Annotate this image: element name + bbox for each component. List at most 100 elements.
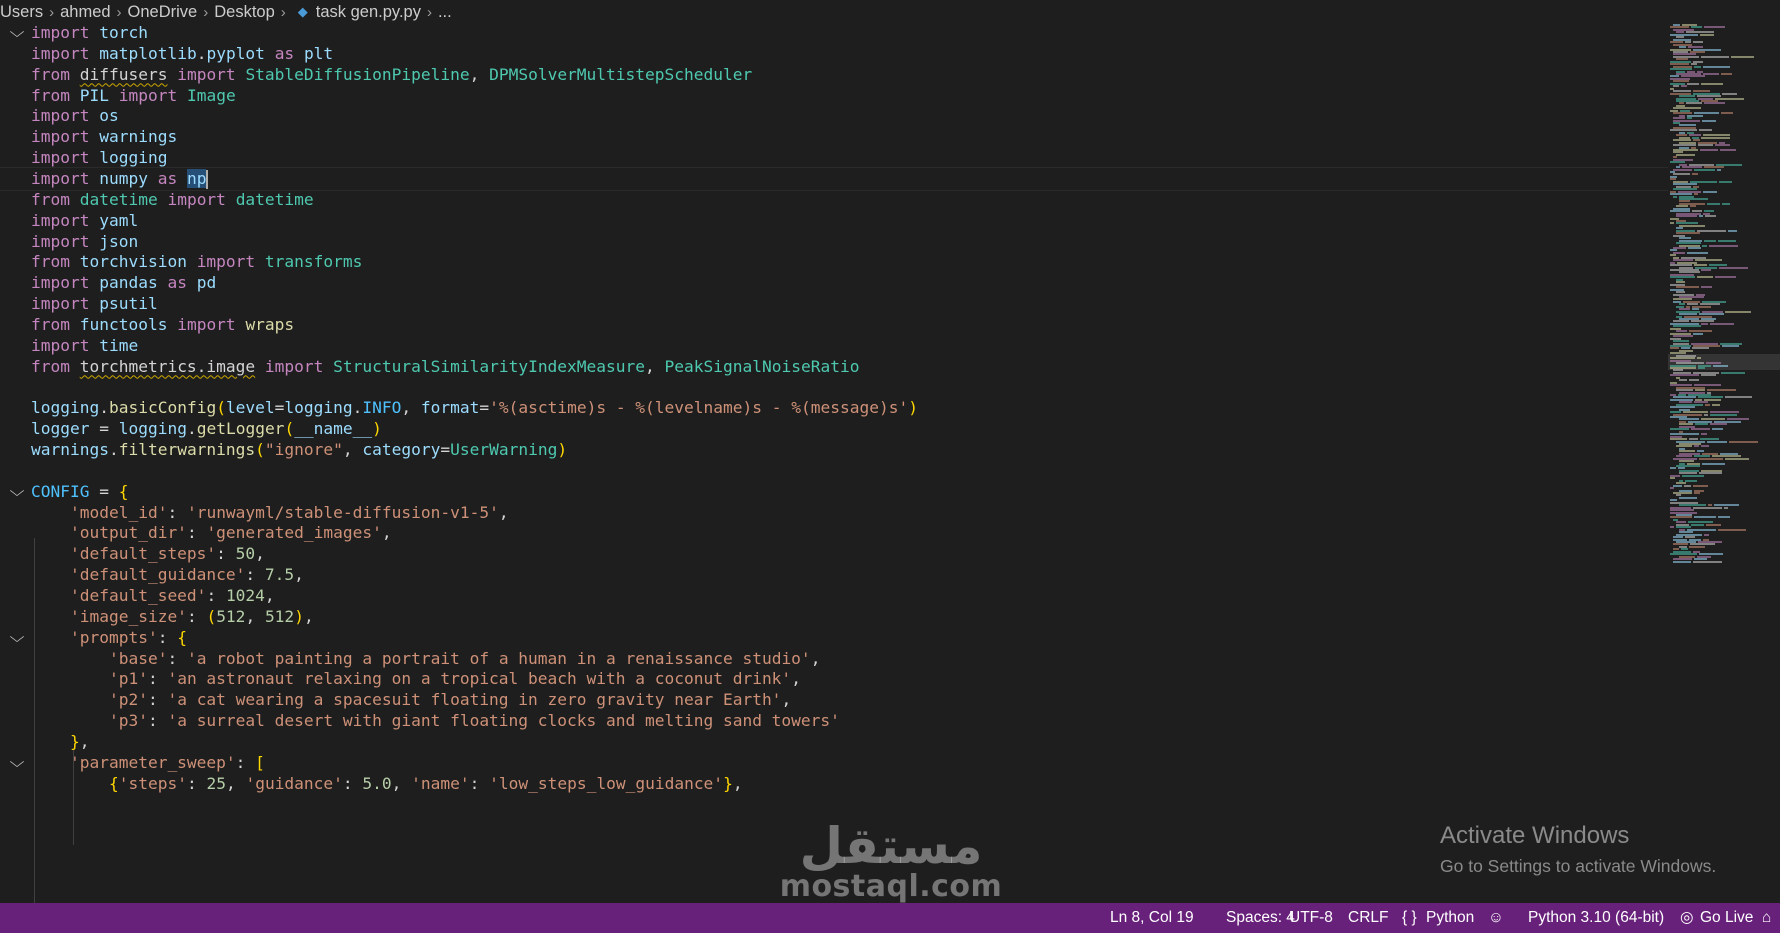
minimap-line xyxy=(1694,491,1700,494)
status-ln-col[interactable]: Ln 8, Col 19 xyxy=(1110,903,1194,933)
breadcrumb-users[interactable]: Users xyxy=(0,3,43,22)
braces-icon[interactable]: { } xyxy=(1402,903,1417,933)
minimap-line xyxy=(1718,528,1746,531)
status-interpreter[interactable]: Python 3.10 (64-bit) xyxy=(1528,903,1664,933)
status-language[interactable]: Python xyxy=(1426,903,1474,933)
minimap-line xyxy=(1712,428,1723,431)
watermark-arabic: مستقل xyxy=(799,817,983,875)
minimap-line xyxy=(1688,246,1701,249)
minimap-line xyxy=(1719,180,1732,183)
minimap-line xyxy=(1712,403,1720,406)
minimap-line xyxy=(1670,347,1679,350)
minimap-line xyxy=(1690,205,1696,208)
minimap-line xyxy=(1722,202,1730,205)
minimap-line xyxy=(1713,364,1728,367)
minimap-line xyxy=(1691,428,1710,431)
minimap-line xyxy=(1710,322,1734,325)
minimap-line xyxy=(1670,526,1674,529)
minimap-line xyxy=(1670,33,1698,36)
breadcrumb-desktop[interactable]: Desktop xyxy=(214,3,275,22)
breadcrumb: Users › ahmed › OneDrive › Desktop › ◆ t… xyxy=(0,0,1660,24)
minimap-line xyxy=(1703,190,1717,193)
minimap-line xyxy=(1704,26,1725,29)
minimap-line xyxy=(1704,413,1708,416)
minimap-line xyxy=(1697,229,1726,232)
minimap-line xyxy=(1707,389,1736,392)
status-bar: Ln 8, Col 19 Spaces: 4 UTF-8 CRLF { } Py… xyxy=(0,903,1780,933)
minimap-line xyxy=(1702,119,1716,122)
minimap-line xyxy=(1702,244,1707,247)
minimap-line xyxy=(1679,379,1687,382)
activate-subtitle: Go to Settings to activate Windows. xyxy=(1440,856,1717,876)
code-line[interactable]: {'steps': 25, 'guidance': 5.0, 'name': '… xyxy=(0,772,1668,796)
minimap-line xyxy=(1704,533,1709,536)
minimap-line xyxy=(1676,153,1695,156)
watermark-latin: mostaql.com xyxy=(779,869,1003,904)
minimap-line xyxy=(1670,222,1674,225)
minimap-line xyxy=(1718,239,1736,242)
minimap-line xyxy=(1702,462,1725,465)
breadcrumb-ahmed[interactable]: ahmed xyxy=(60,3,110,22)
minimap-line xyxy=(1691,523,1704,526)
minimap-line xyxy=(1728,229,1737,232)
minimap-line xyxy=(1673,560,1691,563)
go-live-button[interactable]: Go Live xyxy=(1700,903,1753,933)
minimap-line xyxy=(1725,310,1751,313)
minimap-line xyxy=(1725,396,1752,399)
minimap-line xyxy=(1698,367,1705,369)
minimap-line xyxy=(1700,33,1714,36)
minimap-line xyxy=(1725,457,1749,460)
minimap-line xyxy=(1689,545,1705,548)
minimap-line xyxy=(1697,276,1713,279)
breadcrumb-onedrive[interactable]: OneDrive xyxy=(128,3,198,22)
minimap-line xyxy=(1685,479,1697,482)
minimap-line xyxy=(1694,516,1716,519)
minimap-line xyxy=(1701,433,1707,436)
notifications-bell-icon[interactable]: ⌂ xyxy=(1762,903,1771,933)
minimap[interactable] xyxy=(1668,24,1780,903)
minimap-line xyxy=(1715,144,1730,147)
minimap-line xyxy=(1673,168,1692,171)
code-editor[interactable]: ⌵ import torch import matplotlib.pyplot as… xyxy=(0,24,1668,903)
minimap-line xyxy=(1715,97,1744,100)
minimap-line xyxy=(1705,215,1716,218)
minimap-line xyxy=(1687,251,1708,254)
copilot-icon[interactable]: ☺ xyxy=(1488,903,1504,933)
minimap-line xyxy=(1715,276,1736,279)
status-spaces[interactable]: Spaces: 4 xyxy=(1226,903,1295,933)
minimap-line xyxy=(1693,506,1722,509)
minimap-line xyxy=(1670,374,1699,377)
breadcrumb-more[interactable]: ... xyxy=(438,3,452,22)
minimap-line xyxy=(1695,423,1708,426)
minimap-line xyxy=(1724,506,1728,509)
minimap-line xyxy=(1684,484,1691,487)
breadcrumb-file[interactable]: task gen.py.py xyxy=(316,3,421,22)
text-cursor xyxy=(206,169,209,189)
minimap-line xyxy=(1670,487,1674,490)
chevron-right-icon: › xyxy=(280,3,286,21)
mostaql-watermark: مستقل mostaql.com xyxy=(778,820,1004,902)
minimap-line xyxy=(1695,259,1722,262)
minimap-line xyxy=(1670,467,1676,470)
code-text: {'steps': 25, 'guidance': 5.0, 'name': '… xyxy=(108,773,743,793)
minimap-line xyxy=(1722,344,1739,347)
minimap-line xyxy=(1701,136,1730,139)
minimap-line xyxy=(1692,173,1698,176)
minimap-line xyxy=(1721,73,1732,75)
minimap-line xyxy=(1731,55,1754,58)
chevron-right-icon: › xyxy=(116,3,122,21)
minimap-line xyxy=(1689,379,1699,382)
chevron-right-icon: › xyxy=(49,3,55,21)
chevron-right-icon: › xyxy=(426,3,432,21)
minimap-line xyxy=(1709,244,1738,247)
status-encoding[interactable]: UTF-8 xyxy=(1289,903,1333,933)
broadcast-icon: ◎ xyxy=(1680,909,1694,926)
activate-title: Activate Windows xyxy=(1440,822,1630,849)
minimap-line xyxy=(1701,322,1708,325)
minimap-line xyxy=(1694,193,1698,196)
minimap-line xyxy=(1681,85,1687,88)
minimap-line xyxy=(1701,269,1711,271)
minimap-line xyxy=(1694,445,1699,448)
minimap-line xyxy=(1721,112,1733,115)
status-eol[interactable]: CRLF xyxy=(1348,903,1388,933)
